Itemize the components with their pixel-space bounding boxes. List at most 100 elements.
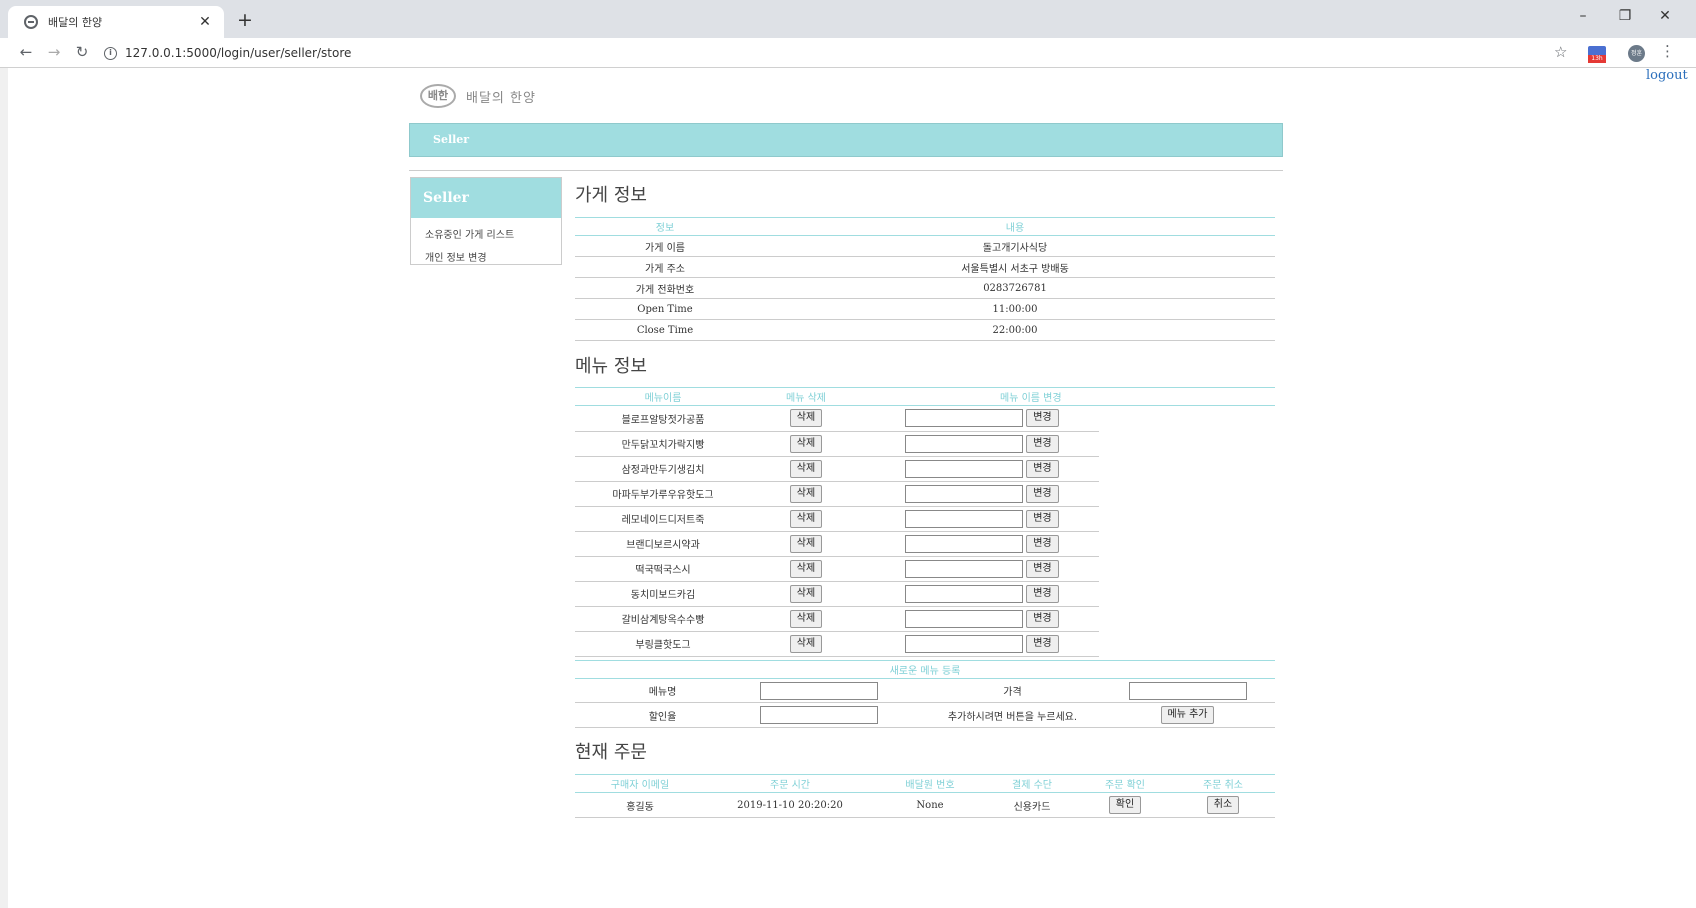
store-value: 22:00:00 (755, 319, 1275, 341)
menu-rename-input[interactable] (905, 434, 1023, 453)
order-payment: 신용카드 (985, 792, 1079, 818)
menu-delete-button[interactable]: 삭제 (789, 509, 823, 528)
table-row: 갈비삼계탕옥수수빵 삭제 변경 (575, 606, 1099, 632)
order-header-cancel: 주문 취소 (1171, 774, 1275, 793)
restore-icon[interactable]: ❐ (1610, 8, 1640, 24)
menu-change-button[interactable]: 변경 (1026, 534, 1059, 553)
menu-delete-button[interactable]: 삭제 (789, 609, 823, 628)
sidebar-item-store-list[interactable]: 소유중인 가게 리스트 (411, 222, 561, 245)
order-courier: None (875, 792, 985, 818)
menu-rename-input[interactable] (905, 584, 1023, 603)
order-cancel-button[interactable]: 취소 (1206, 796, 1240, 814)
menu-item-name: 떡국떡국스시 (575, 556, 751, 582)
menu-table: 메뉴이름 메뉴 삭제 메뉴 이름 변경 (575, 387, 1275, 406)
menu-item-name: 갈비삼계탕옥수수빵 (575, 606, 751, 632)
menu-change-button[interactable]: 변경 (1026, 609, 1059, 628)
extension-icon[interactable]: 13h (1588, 46, 1606, 63)
menu-change-button[interactable]: 변경 (1026, 634, 1059, 653)
menu-item-name: 부링클핫도그 (575, 631, 751, 657)
new-menu-name-label: 메뉴명 (575, 678, 750, 703)
profile-avatar-icon[interactable]: 정훈 (1628, 45, 1645, 62)
topbar-label[interactable]: Seller (433, 133, 469, 146)
window-close-icon[interactable]: ✕ (1650, 8, 1680, 24)
table-row: 떡국떡국스시 삭제 변경 (575, 556, 1099, 582)
table-row: 가게 주소 서울특별시 서초구 방배동 (575, 256, 1275, 278)
menu-section-title: 메뉴 정보 (575, 356, 647, 377)
reload-icon[interactable]: ↻ (72, 43, 92, 61)
menu-change-button[interactable]: 변경 (1026, 434, 1059, 453)
new-menu-title: 새로운 메뉴 등록 (575, 660, 1275, 679)
menu-item-name: 삼정과만두기생김치 (575, 456, 751, 482)
browser-tab[interactable]: 배달의 한양 ✕ (8, 6, 224, 38)
table-row: 만두닭꼬치가락지빵 삭제 변경 (575, 431, 1099, 457)
forward-icon[interactable]: → (44, 43, 64, 61)
menu-header-delete: 메뉴 삭제 (751, 387, 861, 406)
browser-menu-icon[interactable]: ⋮ (1660, 42, 1675, 60)
address-bar[interactable]: i 127.0.0.1:5000/login/user/seller/store (104, 42, 1564, 64)
store-value: 0283726781 (755, 277, 1275, 299)
order-confirm-button[interactable]: 확인 (1108, 796, 1142, 814)
url-text: 127.0.0.1:5000/login/user/seller/store (125, 46, 352, 60)
new-menu-discount-input[interactable] (760, 706, 878, 724)
table-row: Close Time 22:00:00 (575, 319, 1275, 341)
menu-change-button[interactable]: 변경 (1026, 459, 1059, 478)
menu-delete-button[interactable]: 삭제 (789, 484, 823, 503)
menu-change-button[interactable]: 변경 (1026, 509, 1059, 528)
menu-rename-input[interactable] (905, 409, 1023, 428)
menu-delete-button[interactable]: 삭제 (789, 634, 823, 653)
store-label: Close Time (575, 319, 755, 341)
globe-icon (24, 15, 38, 29)
order-header-payment: 결제 수단 (985, 774, 1079, 793)
tab-close-icon[interactable]: ✕ (196, 14, 214, 30)
logout-link[interactable]: logout (1646, 68, 1688, 83)
menu-item-name: 블로프알탕젓가공품 (575, 406, 751, 432)
menu-header-name: 메뉴이름 (575, 387, 751, 406)
new-menu-price-input[interactable] (1128, 681, 1247, 700)
minimize-icon[interactable]: – (1568, 8, 1598, 24)
order-header-confirm: 주문 확인 (1079, 774, 1171, 793)
sidebar-title: Seller (411, 178, 561, 218)
sidebar-item-profile[interactable]: 개인 정보 변경 (411, 245, 561, 268)
store-label: 가게 주소 (575, 256, 755, 278)
table-row: 삼정과만두기생김치 삭제 변경 (575, 456, 1099, 482)
menu-delete-button[interactable]: 삭제 (789, 534, 823, 553)
order-header-buyer: 구매자 이메일 (575, 774, 705, 793)
menu-delete-button[interactable]: 삭제 (789, 409, 823, 428)
logo[interactable]: 배한 배달의 한양 (420, 84, 536, 108)
menu-rename-input[interactable] (905, 609, 1023, 628)
menu-item-name: 마파두부가루우유핫도그 (575, 481, 751, 507)
menu-rename-input[interactable] (905, 634, 1023, 653)
divider (409, 170, 1283, 171)
browser-tabbar: 배달의 한양 ✕ + – ❐ ✕ (0, 0, 1696, 38)
add-menu-button[interactable]: 메뉴 추가 (1160, 706, 1215, 724)
order-header-time: 주문 시간 (705, 774, 875, 793)
browser-toolbar: ← → ↻ i 127.0.0.1:5000/login/user/seller… (0, 38, 1696, 68)
info-icon[interactable]: i (104, 46, 117, 60)
menu-rename-input[interactable] (905, 509, 1023, 528)
menu-rename-input[interactable] (905, 534, 1023, 553)
menu-delete-button[interactable]: 삭제 (789, 559, 823, 578)
table-row: Open Time 11:00:00 (575, 298, 1275, 320)
menu-rename-input[interactable] (905, 459, 1023, 478)
store-label: 가게 이름 (575, 235, 755, 257)
table-row: 레모네이드디저트죽 삭제 변경 (575, 506, 1099, 532)
new-menu-price-label: 가격 (925, 678, 1100, 703)
menu-change-button[interactable]: 변경 (1026, 484, 1059, 503)
menu-delete-button[interactable]: 삭제 (789, 459, 823, 478)
menu-delete-button[interactable]: 삭제 (789, 434, 823, 453)
new-menu-name-input[interactable] (760, 681, 878, 700)
menu-change-button[interactable]: 변경 (1026, 409, 1059, 428)
menu-change-button[interactable]: 변경 (1026, 584, 1059, 603)
menu-header-rename: 메뉴 이름 변경 (861, 387, 1275, 406)
back-icon[interactable]: ← (16, 43, 36, 61)
menu-rename-input[interactable] (905, 559, 1023, 578)
bookmark-star-icon[interactable]: ☆ (1554, 43, 1567, 61)
order-buyer: 홍길동 (575, 792, 705, 818)
page-edge (0, 68, 8, 908)
new-menu-hint: 추가하시려면 버튼을 누르세요. (925, 702, 1100, 728)
menu-delete-button[interactable]: 삭제 (789, 584, 823, 603)
new-tab-icon[interactable]: + (234, 9, 256, 31)
store-section-title: 가게 정보 (575, 185, 647, 206)
menu-rename-input[interactable] (905, 484, 1023, 503)
menu-change-button[interactable]: 변경 (1026, 559, 1059, 578)
